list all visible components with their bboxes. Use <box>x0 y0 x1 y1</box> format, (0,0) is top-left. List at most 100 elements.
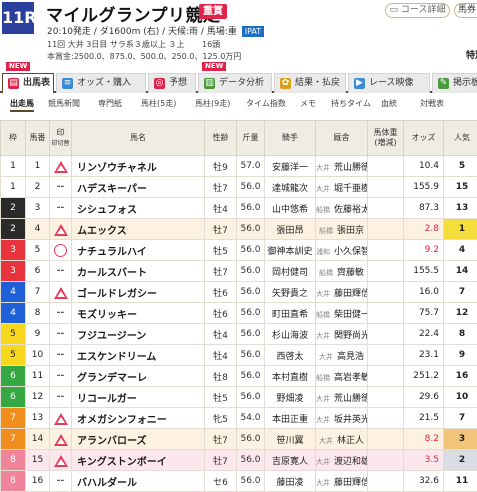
horse-name-link[interactable]: ゴールドレガシー <box>72 282 205 303</box>
trainer-name[interactable]: 渡辺和雄 <box>334 457 368 467</box>
horse-name-link[interactable]: エスケンドリーム <box>72 345 205 366</box>
odds-value[interactable]: 75.7 <box>404 303 444 324</box>
odds-value[interactable]: 2.8 <box>404 219 444 240</box>
subtab-item[interactable]: 馬柱(5走) <box>141 98 176 109</box>
jockey-link[interactable]: 西啓太 <box>265 345 316 366</box>
trainer-name[interactable]: 齊藤敏 <box>337 268 364 278</box>
jockey-link[interactable]: 山中悠希 <box>265 198 316 219</box>
table-row[interactable]: 24ムエックス牡756.0張田昂船橋張田京2.81 <box>1 219 477 240</box>
mark-cell[interactable]: -- <box>50 471 72 492</box>
odds-value[interactable]: 32.6 <box>404 471 444 492</box>
subtab-item[interactable]: メモ <box>300 98 316 109</box>
jockey-link[interactable]: 町田直希 <box>265 303 316 324</box>
horse-name-link[interactable]: シシュフォス <box>72 198 205 219</box>
subtab-item[interactable]: 血統 <box>381 98 397 109</box>
odds-value[interactable]: 10.4 <box>404 156 444 177</box>
jockey-link[interactable]: 野畑凌 <box>265 387 316 408</box>
no-mark-icon[interactable]: -- <box>57 182 64 192</box>
no-mark-icon[interactable]: -- <box>57 329 64 339</box>
triangle-mark-icon[interactable] <box>54 287 68 299</box>
table-row[interactable]: 815キングストンボーイ牡756.0吉原寛人大井渡辺和雄3.52 <box>1 450 477 471</box>
table-row[interactable]: 23--シシュフォス牡456.0山中悠希船橋佐藤裕太87.313 <box>1 198 477 219</box>
table-row[interactable]: 35ナチュラルハイ牡556.0御神本訓史浦和小久保智9.24 <box>1 240 477 261</box>
table-row[interactable]: 48--モズリッキー牡656.0町田直希船橋柴田健一75.712 <box>1 303 477 324</box>
horse-name-link[interactable]: リンゾウチャネル <box>72 156 205 177</box>
table-row[interactable]: 510--エスケンドリーム牡456.0西啓太大井高見浩23.19 <box>1 345 477 366</box>
mark-cell[interactable] <box>50 429 72 450</box>
jockey-link[interactable]: 本田正重 <box>265 408 316 429</box>
col-pop[interactable]: 人気 <box>444 121 477 156</box>
course-detail-button[interactable]: ▭ コース詳細 <box>385 3 450 18</box>
trainer-cell[interactable]: 大井坂井英光 <box>316 408 368 429</box>
trainer-cell[interactable]: 大井荒山勝徳 <box>316 156 368 177</box>
horse-name-link[interactable]: リコールガー <box>72 387 205 408</box>
mark-cell[interactable]: -- <box>50 366 72 387</box>
tab-video[interactable]: ▶レース映像 <box>348 73 430 93</box>
trainer-name[interactable]: 荒山勝徳 <box>334 163 368 173</box>
horse-name-link[interactable]: カールスバート <box>72 261 205 282</box>
no-mark-icon[interactable]: -- <box>57 203 64 213</box>
trainer-name[interactable]: 小久保智 <box>334 247 368 257</box>
subtab-item[interactable]: 競馬新聞 <box>48 98 80 109</box>
mark-cell[interactable]: -- <box>50 177 72 198</box>
jockey-link[interactable]: 矢野貴之 <box>265 282 316 303</box>
trainer-name[interactable]: 張田京 <box>337 226 364 236</box>
tab-odds[interactable]: ≡オッズ・購入 <box>56 73 146 93</box>
jockey-link[interactable]: 張田昂 <box>265 219 316 240</box>
jockey-link[interactable]: 本村直樹 <box>265 366 316 387</box>
mark-cell[interactable]: -- <box>50 387 72 408</box>
table-row[interactable]: 36--カールスバート牡756.0岡村健司船橋齊藤敏155.514 <box>1 261 477 282</box>
table-row[interactable]: 11リンゾウチャネル牡957.0安藤洋一大井荒山勝徳10.45 <box>1 156 477 177</box>
mark-cell[interactable]: -- <box>50 345 72 366</box>
col-odds[interactable]: オッズ <box>404 121 444 156</box>
table-row[interactable]: 714アランバローズ牡756.0笹川翼大井林正人8.23 <box>1 429 477 450</box>
horse-name-link[interactable]: ハデスキーパー <box>72 177 205 198</box>
table-row[interactable]: 816--バハルダールセ656.0藤田凌大井藤田輝信32.611 <box>1 471 477 492</box>
horse-name-link[interactable]: アランバローズ <box>72 429 205 450</box>
jockey-link[interactable]: 安藤洋一 <box>265 156 316 177</box>
jockey-link[interactable]: 吉原寛人 <box>265 450 316 471</box>
mark-cell[interactable] <box>50 282 72 303</box>
odds-value[interactable]: 3.5 <box>404 450 444 471</box>
trainer-cell[interactable]: 浦和小久保智 <box>316 240 368 261</box>
trainer-cell[interactable]: 大井藤田輝信 <box>316 471 368 492</box>
no-mark-icon[interactable]: -- <box>57 266 64 276</box>
trainer-name[interactable]: 柴田健一 <box>334 310 368 320</box>
table-row[interactable]: 612--リコールガー牡556.0野畑凌大井荒山勝徳29.610 <box>1 387 477 408</box>
triangle-mark-icon[interactable] <box>54 455 68 467</box>
table-row[interactable]: 611--グランデマーレ牡856.0本村直樹船橋高岩孝敏251.216 <box>1 366 477 387</box>
table-row[interactable]: 12--ハデスキーパー牡756.0達城龍次大井堀千亜樹155.915 <box>1 177 477 198</box>
no-mark-icon[interactable]: -- <box>57 476 64 486</box>
trainer-name[interactable]: 坂井英光 <box>334 415 368 425</box>
jockey-link[interactable]: 御神本訓史 <box>265 240 316 261</box>
mark-cell[interactable] <box>50 240 72 261</box>
subtab-item[interactable]: 馬柱(9走) <box>195 98 230 109</box>
trainer-cell[interactable]: 大井堀千亜樹 <box>316 177 368 198</box>
jockey-link[interactable]: 笹川翼 <box>265 429 316 450</box>
tab-chart[interactable]: ▥データ分析NEW <box>198 73 272 93</box>
trainer-cell[interactable]: 船橋齊藤敏 <box>316 261 368 282</box>
table-row[interactable]: 47ゴールドレガシー牡656.0矢野貴之大井藤田輝信16.07 <box>1 282 477 303</box>
jockey-link[interactable]: 杉山海波 <box>265 324 316 345</box>
trainer-name[interactable]: 藤田輝信 <box>334 478 368 488</box>
odds-value[interactable]: 16.0 <box>404 282 444 303</box>
jockey-link[interactable]: 達城龍次 <box>265 177 316 198</box>
mark-cell[interactable]: -- <box>50 324 72 345</box>
trainer-cell[interactable]: 大井高見浩 <box>316 345 368 366</box>
horse-name-link[interactable]: オメガシンフォニー <box>72 408 205 429</box>
odds-value[interactable]: 155.9 <box>404 177 444 198</box>
odds-value[interactable]: 8.2 <box>404 429 444 450</box>
tab-table[interactable]: ▤出馬表NEW <box>2 73 54 94</box>
trainer-cell[interactable]: 船橋高岩孝敏 <box>316 366 368 387</box>
trainer-name[interactable]: 林正人 <box>337 436 364 446</box>
bet-button[interactable]: 馬券 <box>454 3 477 18</box>
odds-value[interactable]: 29.6 <box>404 387 444 408</box>
odds-value[interactable]: 9.2 <box>404 240 444 261</box>
trainer-cell[interactable]: 大井藤田輝信 <box>316 282 368 303</box>
horse-name-link[interactable]: モズリッキー <box>72 303 205 324</box>
subtab-item[interactable]: タイム指数 <box>246 98 286 109</box>
horse-name-link[interactable]: グランデマーレ <box>72 366 205 387</box>
odds-value[interactable]: 251.2 <box>404 366 444 387</box>
trainer-cell[interactable]: 大井林正人 <box>316 429 368 450</box>
triangle-mark-icon[interactable] <box>54 413 68 425</box>
